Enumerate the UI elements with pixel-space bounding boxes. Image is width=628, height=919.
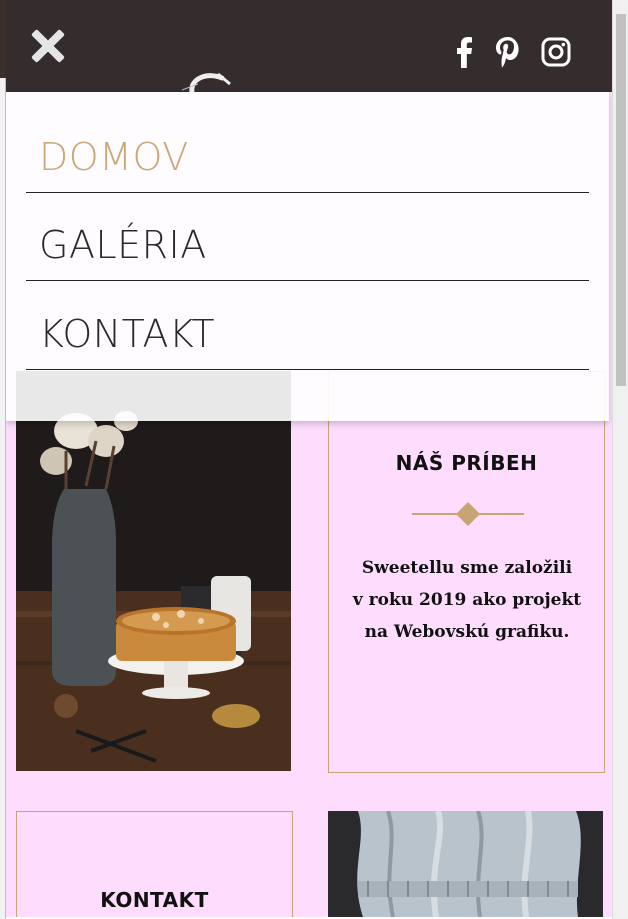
story-card-title: NÁŠ PRÍBEH (395, 451, 538, 475)
close-x-icon[interactable] (26, 26, 70, 66)
menu-item-domov[interactable]: DOMOV (26, 105, 589, 193)
scrollbar[interactable] (612, 0, 628, 919)
story-card-text: Sweetellu sme založili v roku 2019 ako p… (345, 552, 589, 648)
instagram-icon[interactable] (541, 36, 571, 68)
cheesecake-photo (16, 371, 291, 771)
contact-card: KONTAKT (16, 811, 293, 917)
diamond-divider-icon (412, 502, 524, 526)
page: NÁŠ PRÍBEH Sweetellu sme založili v roku… (6, 0, 612, 917)
pinterest-icon[interactable] (493, 36, 523, 68)
contact-card-title: KONTAKT (100, 888, 209, 912)
menu-item-galeria[interactable]: GALÉRIA (26, 193, 589, 281)
scrollbar-thumb[interactable] (616, 14, 626, 386)
menu-item-label: KONTAKT (39, 312, 216, 356)
story-line-3: na Webovskú grafiku. (364, 622, 570, 642)
site-header (6, 0, 612, 94)
menu-item-label: GALÉRIA (39, 223, 207, 267)
story-line-1: Sweetellu sme založili (361, 558, 573, 578)
facebook-icon[interactable] (449, 36, 479, 68)
menu-item-label: DOMOV (39, 135, 189, 179)
story-line-2: v roku 2019 ako projekt (352, 590, 582, 610)
dress-photo (328, 811, 603, 917)
story-card: NÁŠ PRÍBEH Sweetellu sme založili v roku… (328, 371, 605, 773)
nav-menu-overlay: DOMOV GALÉRIA KONTAKT (6, 92, 609, 421)
menu-item-kontakt[interactable]: KONTAKT (26, 282, 589, 370)
logo-icon (181, 72, 231, 94)
